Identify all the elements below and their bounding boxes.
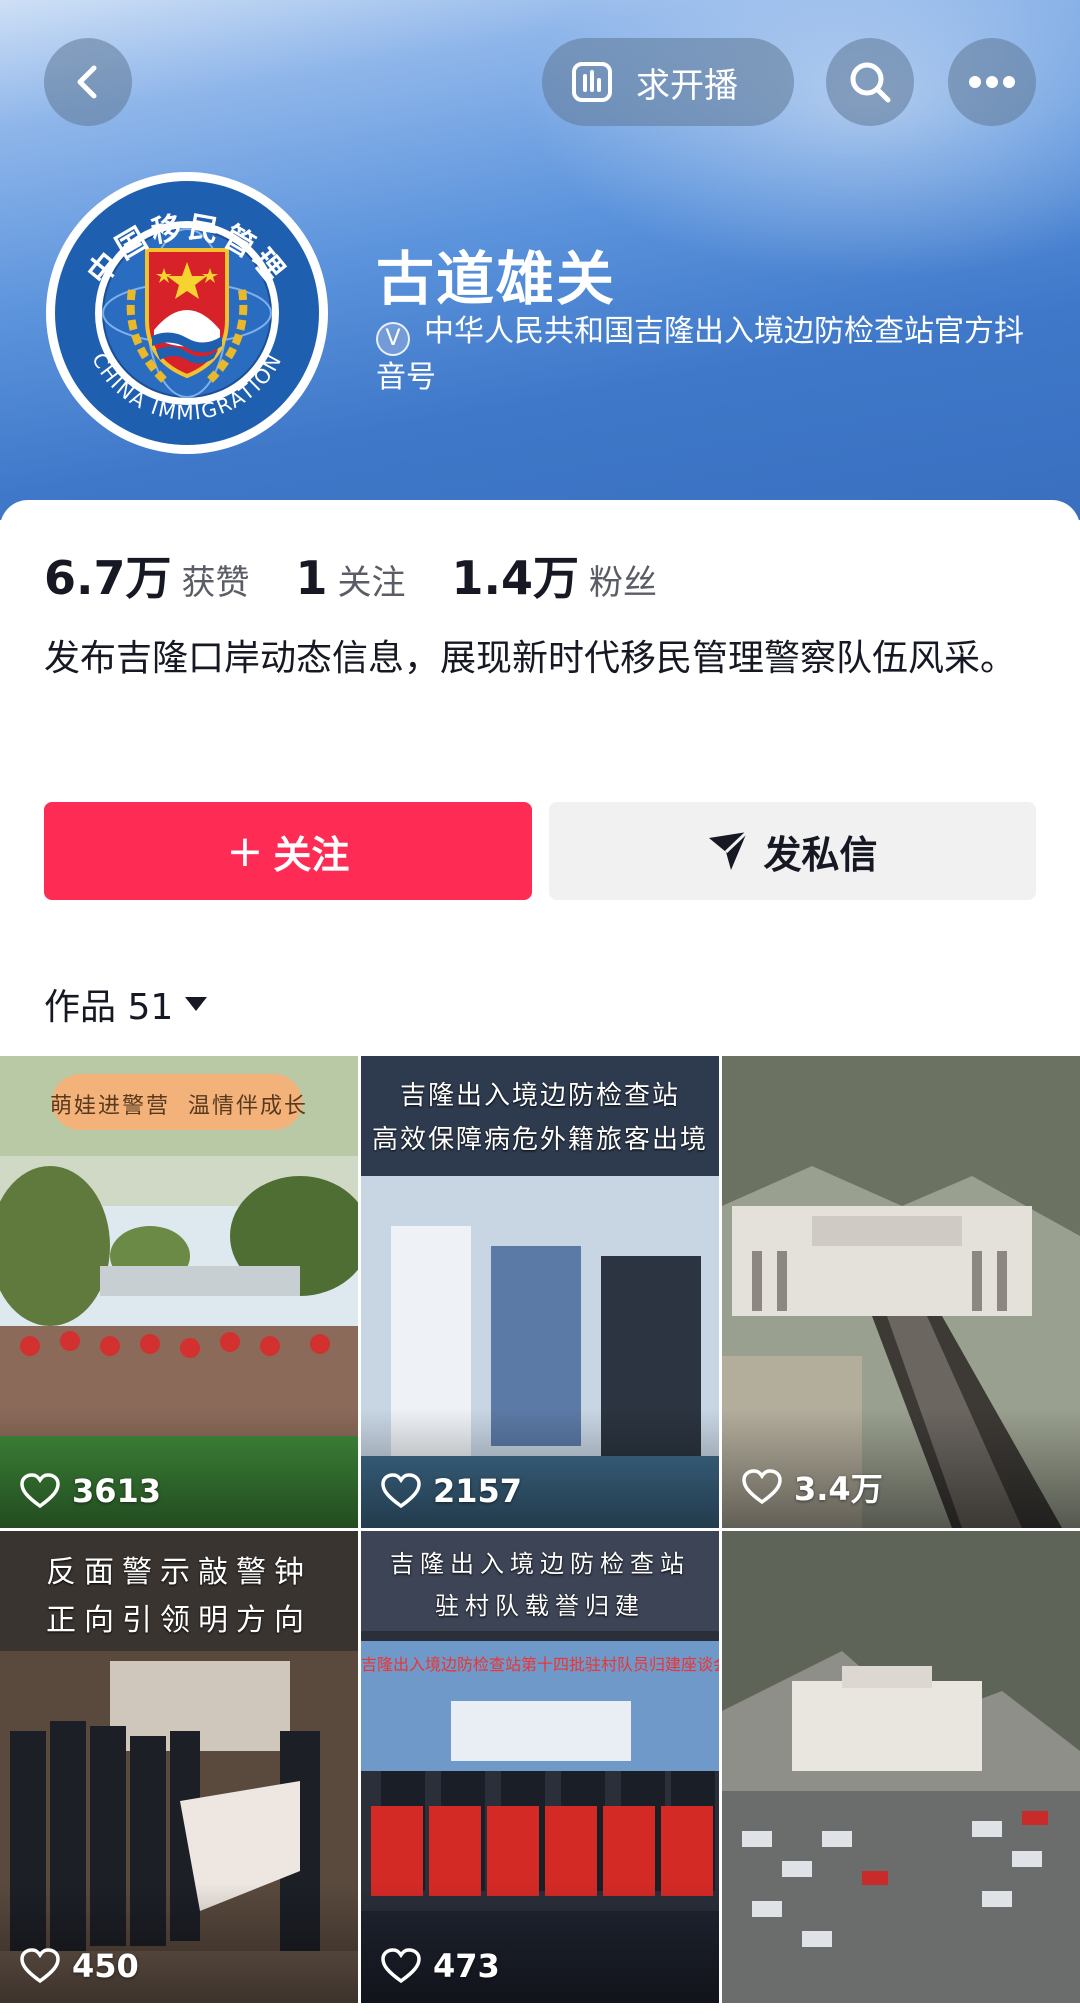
- followers-label[interactable]: 粉丝: [589, 555, 657, 604]
- likes-shade: [0, 1408, 358, 1528]
- video-caption: 反面警示敲警钟 正向引领明方向: [0, 1549, 358, 1645]
- caption-line: 萌娃进警营: [49, 1094, 170, 1119]
- likes-overlay: 3613: [20, 1472, 161, 1510]
- video-caption: 吉隆出入境边防检查站 高效保障病危外籍旅客出境: [361, 1074, 719, 1162]
- caption-line: 温情伴成长: [188, 1094, 309, 1119]
- profile-header: 求开播 中国移民管理 CHINA IMMIGRATION 古道雄关 V 中华人民…: [0, 0, 1080, 520]
- follow-button[interactable]: + 关注: [44, 802, 532, 900]
- tab-works[interactable]: 作品 51: [44, 978, 208, 1030]
- caption-line: 高效保障病危外籍旅客出境: [371, 1125, 708, 1155]
- followers-count[interactable]: 1.4万: [452, 542, 580, 608]
- caret-down-icon: [185, 997, 208, 1011]
- likes-count: 3.4万: [794, 1470, 883, 1508]
- request-live-label: 求开播: [636, 65, 738, 106]
- banner-caption: 吉隆出入境边防检查站第十四批驻村队员归建座谈会: [361, 1655, 719, 1674]
- bio-text: 发布吉隆口岸动态信息，展现新时代移民管理警察队伍风采。: [44, 638, 1017, 679]
- request-live-button[interactable]: 求开播: [542, 38, 794, 126]
- video-tile[interactable]: 萌娃进警营 温情伴成长 3613: [0, 1056, 358, 1528]
- likes-overlay: 473: [381, 1947, 500, 1985]
- likes-count: 450: [72, 1947, 139, 1985]
- back-button[interactable]: [44, 38, 132, 126]
- video-tile[interactable]: 反面警示敲警钟 正向引领明方向 450: [0, 1531, 358, 2003]
- account-name: 古道雄关: [376, 245, 617, 313]
- search-button[interactable]: [826, 38, 914, 126]
- verified-icon: V: [376, 322, 410, 356]
- caption-line: 驻村队载誉归建: [435, 1592, 645, 1620]
- likes-count: 2157: [433, 1472, 523, 1510]
- caption-line: 吉隆出入境边防检查站: [399, 1081, 680, 1111]
- likes-count: 473: [433, 1947, 500, 1985]
- caption-line: 吉隆出入境边防检查站: [390, 1550, 690, 1578]
- send-icon: [709, 830, 749, 870]
- video-tile[interactable]: [722, 1531, 1080, 2003]
- works-tab-label: 作品 51: [44, 987, 174, 1028]
- caption-line: 反面警示敲警钟: [46, 1555, 312, 1590]
- heart-icon: [20, 1948, 60, 1984]
- follow-label: 关注: [273, 832, 350, 877]
- likes-shade: [361, 1883, 719, 2003]
- more-dots-icon: [969, 76, 1015, 88]
- video-caption: 吉隆出入境边防检查站 驻村队载誉归建: [361, 1543, 719, 1627]
- chevron-left-icon: [77, 65, 97, 99]
- caption-line: 正向引领明方向: [46, 1603, 312, 1638]
- following-label[interactable]: 关注: [338, 555, 406, 604]
- likes-count: 3613: [72, 1472, 162, 1510]
- likes-overlay: 2157: [381, 1472, 522, 1510]
- likes-overlay: 3.4万: [742, 1464, 883, 1510]
- video-tile[interactable]: 吉隆出入境边防检查站 高效保障病危外籍旅客出境 2157: [361, 1056, 719, 1528]
- likes-shade: [0, 1883, 358, 2003]
- stats-row: 6.7万 获赞 1 关注 1.4万 粉丝: [44, 542, 703, 608]
- bar-chart-icon: [572, 62, 612, 102]
- video-caption: 萌娃进警营 温情伴成长: [0, 1088, 358, 1120]
- likes-overlay: 450: [20, 1947, 139, 1985]
- likes-label: 获赞: [181, 563, 250, 603]
- avatar[interactable]: 中国移民管理 CHINA IMMIGRATION: [44, 170, 330, 456]
- more-options-button[interactable]: [948, 38, 1036, 126]
- search-icon: [850, 62, 891, 103]
- video-tile[interactable]: 吉隆出入境边防检查站 驻村队载誉归建 吉隆出入境边防检查站第十四批驻村队员归建座…: [361, 1531, 719, 2003]
- plus-icon: +: [226, 825, 264, 877]
- video-thumbnail: [722, 1531, 1080, 2003]
- likes-shade: [361, 1408, 719, 1528]
- following-count[interactable]: 1: [296, 551, 328, 605]
- verification-line: V 中华人民共和国吉隆出入境边防检查站官方抖音号: [376, 310, 1036, 400]
- likes-count: 6.7万: [44, 551, 172, 605]
- message-label: 发私信: [763, 832, 878, 877]
- heart-icon: [381, 1473, 421, 1509]
- heart-icon: [381, 1948, 421, 1984]
- profile-card: 6.7万 获赞 1 关注 1.4万 粉丝 发布吉隆口岸动态信息，展现新时代移民管…: [0, 500, 1080, 1060]
- verification-text: 中华人民共和国吉隆出入境边防检查站官方抖音号: [376, 314, 1024, 395]
- video-tile[interactable]: 3.4万: [722, 1056, 1080, 1528]
- heart-icon: [742, 1469, 782, 1505]
- heart-icon: [20, 1473, 60, 1509]
- message-button[interactable]: 发私信: [549, 802, 1036, 900]
